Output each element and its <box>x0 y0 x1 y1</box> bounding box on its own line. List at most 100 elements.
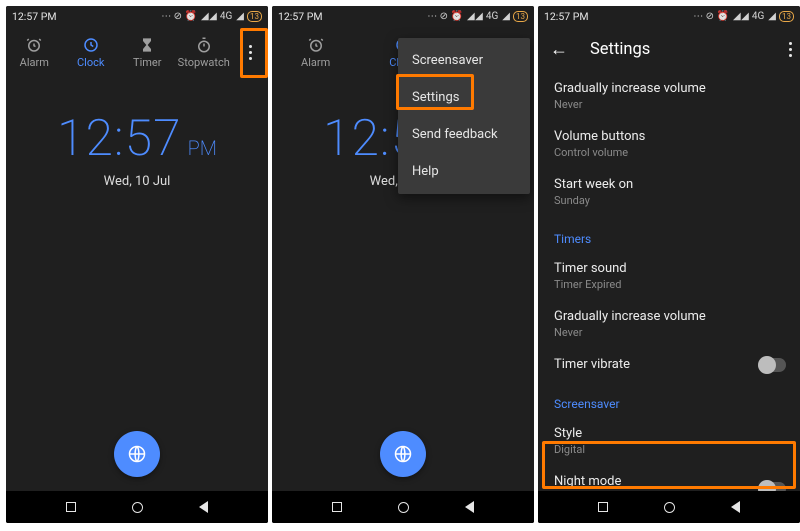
menu-item-screensaver[interactable]: Screensaver <box>398 42 530 79</box>
status-bar: 12:57 PM ⋯ ⊘ ⏰ ◢ ◢ 4G ◢ 13 <box>272 6 534 26</box>
add-world-clock-fab[interactable] <box>114 431 160 477</box>
tab-label: Alarm <box>301 56 330 69</box>
setting-primary: Volume buttons <box>554 129 784 144</box>
overflow-menu-button[interactable] <box>789 42 792 57</box>
setting-secondary: Never <box>554 326 784 339</box>
stopwatch-icon <box>195 36 213 54</box>
time-readout: 12:57PM <box>6 110 268 168</box>
time-value: 12:57 <box>57 110 182 168</box>
overflow-menu-button[interactable] <box>232 26 268 78</box>
arrow-left-icon: ← <box>550 39 568 60</box>
more-vert-icon <box>789 42 792 57</box>
add-world-clock-fab[interactable] <box>380 431 426 477</box>
section-header-timers: Timers <box>538 216 800 252</box>
status-right: ⋯ ⊘ ⏰ ◢ ◢ 4G ◢ 13 <box>161 11 262 22</box>
signal-icon: ◢ <box>768 11 775 22</box>
tab-label: Clock <box>77 56 104 69</box>
tab-clock[interactable]: Clock <box>63 36 120 69</box>
setting-secondary: Sunday <box>554 194 784 207</box>
nav-back-icon[interactable] <box>199 501 208 513</box>
battery-icon: 13 <box>779 11 794 22</box>
signal-icon: ◢ ◢ <box>467 11 482 22</box>
section-header-screensaver: Screensaver <box>538 381 800 417</box>
nav-recent-icon[interactable] <box>66 502 76 512</box>
tab-label: Stopwatch <box>178 56 230 69</box>
status-time: 12:57 PM <box>278 10 323 23</box>
setting-timer-vibrate[interactable]: Timer vibrate <box>538 348 800 381</box>
clock-display: 12:57PM Wed, 10 Jul <box>6 78 268 189</box>
screen-1-clock: 12:57 PM ⋯ ⊘ ⏰ ◢ ◢ 4G ◢ 13 Alarm Clock T… <box>6 6 268 523</box>
settings-title: Settings <box>590 40 650 59</box>
nav-home-icon[interactable] <box>398 502 409 513</box>
time-ampm: PM <box>188 136 217 160</box>
battery-icon: 13 <box>247 11 262 22</box>
tab-label: Alarm <box>20 56 49 69</box>
more-vert-icon <box>249 45 252 60</box>
setting-style[interactable]: Style Digital <box>538 417 800 465</box>
alarm-icon <box>307 36 325 54</box>
status-bar: 12:57 PM ⋯ ⊘ ⏰ ◢ ◢ 4G ◢ 13 <box>6 6 268 26</box>
setting-primary: Start week on <box>554 177 784 192</box>
screen-3-settings: 12:57 PM ⋯ ⊘ ⏰ ◢ ◢ 4G ◢ 13 ← Settings Gr… <box>538 6 800 523</box>
setting-start-week[interactable]: Start week on Sunday <box>538 168 800 216</box>
menu-item-help[interactable]: Help <box>398 153 530 190</box>
setting-primary: Style <box>554 426 784 441</box>
globe-icon <box>393 444 413 464</box>
status-indicators-icon: ⋯ ⊘ ⏰ <box>161 11 197 22</box>
setting-gradual-volume-timer[interactable]: Gradually increase volume Never <box>538 300 800 348</box>
setting-secondary: Never <box>554 98 784 111</box>
setting-volume-buttons[interactable]: Volume buttons Control volume <box>538 120 800 168</box>
nav-back-icon[interactable] <box>465 501 474 513</box>
tab-timer[interactable]: Timer <box>119 36 176 69</box>
tab-bar: Alarm Clock Timer Stopwatch <box>6 26 268 78</box>
nav-home-icon[interactable] <box>664 502 675 513</box>
tab-stopwatch[interactable]: Stopwatch <box>176 36 233 69</box>
toggle-switch[interactable] <box>758 358 786 372</box>
setting-gradual-volume[interactable]: Gradually increase volume Never <box>538 72 800 120</box>
nav-recent-icon[interactable] <box>332 502 342 512</box>
android-nav-bar <box>272 491 534 523</box>
status-right: ⋯ ⊘ ⏰ ◢ ◢ 4G ◢ 13 <box>693 11 794 22</box>
signal-icon: ◢ ◢ <box>733 11 748 22</box>
signal-icon: ◢ <box>236 11 243 22</box>
tab-label: Timer <box>133 56 161 69</box>
setting-timer-sound[interactable]: Timer sound Timer Expired <box>538 252 800 300</box>
status-time: 12:57 PM <box>544 10 589 23</box>
setting-secondary: Control volume <box>554 146 784 159</box>
network-label: 4G <box>486 11 498 22</box>
menu-item-settings[interactable]: Settings <box>398 79 530 116</box>
screen-2-overflow-open: 12:57 PM ⋯ ⊘ ⏰ ◢ ◢ 4G ◢ 13 Alarm Clock T… <box>272 6 534 523</box>
network-label: 4G <box>220 11 232 22</box>
setting-primary: Timer vibrate <box>554 357 784 372</box>
nav-back-icon[interactable] <box>731 501 740 513</box>
globe-icon <box>127 444 147 464</box>
nav-recent-icon[interactable] <box>598 502 608 512</box>
setting-primary: Timer sound <box>554 261 784 276</box>
setting-secondary: Digital <box>554 443 784 456</box>
alarm-icon <box>25 36 43 54</box>
clock-icon <box>82 36 100 54</box>
android-nav-bar <box>6 491 268 523</box>
battery-icon: 13 <box>513 11 528 22</box>
hourglass-icon <box>138 36 156 54</box>
status-indicators-icon: ⋯ ⊘ ⏰ <box>693 11 729 22</box>
setting-primary: Night mode <box>554 474 784 489</box>
nav-home-icon[interactable] <box>132 502 143 513</box>
settings-header: ← Settings <box>538 26 800 72</box>
status-bar: 12:57 PM ⋯ ⊘ ⏰ ◢ ◢ 4G ◢ 13 <box>538 6 800 26</box>
tab-alarm[interactable]: Alarm <box>272 36 359 69</box>
signal-icon: ◢ ◢ <box>201 11 216 22</box>
date-readout: Wed, 10 Jul <box>6 174 268 189</box>
status-time: 12:57 PM <box>12 10 57 23</box>
network-label: 4G <box>752 11 764 22</box>
status-right: ⋯ ⊘ ⏰ ◢ ◢ 4G ◢ 13 <box>427 11 528 22</box>
settings-list[interactable]: Gradually increase volume Never Volume b… <box>538 72 800 491</box>
tab-alarm[interactable]: Alarm <box>6 36 63 69</box>
setting-secondary: Timer Expired <box>554 278 784 291</box>
setting-primary: Gradually increase volume <box>554 81 784 96</box>
overflow-menu: Screensaver Settings Send feedback Help <box>398 38 530 194</box>
signal-icon: ◢ <box>502 11 509 22</box>
back-button[interactable]: ← <box>546 39 572 60</box>
android-nav-bar <box>538 491 800 523</box>
menu-item-feedback[interactable]: Send feedback <box>398 116 530 153</box>
